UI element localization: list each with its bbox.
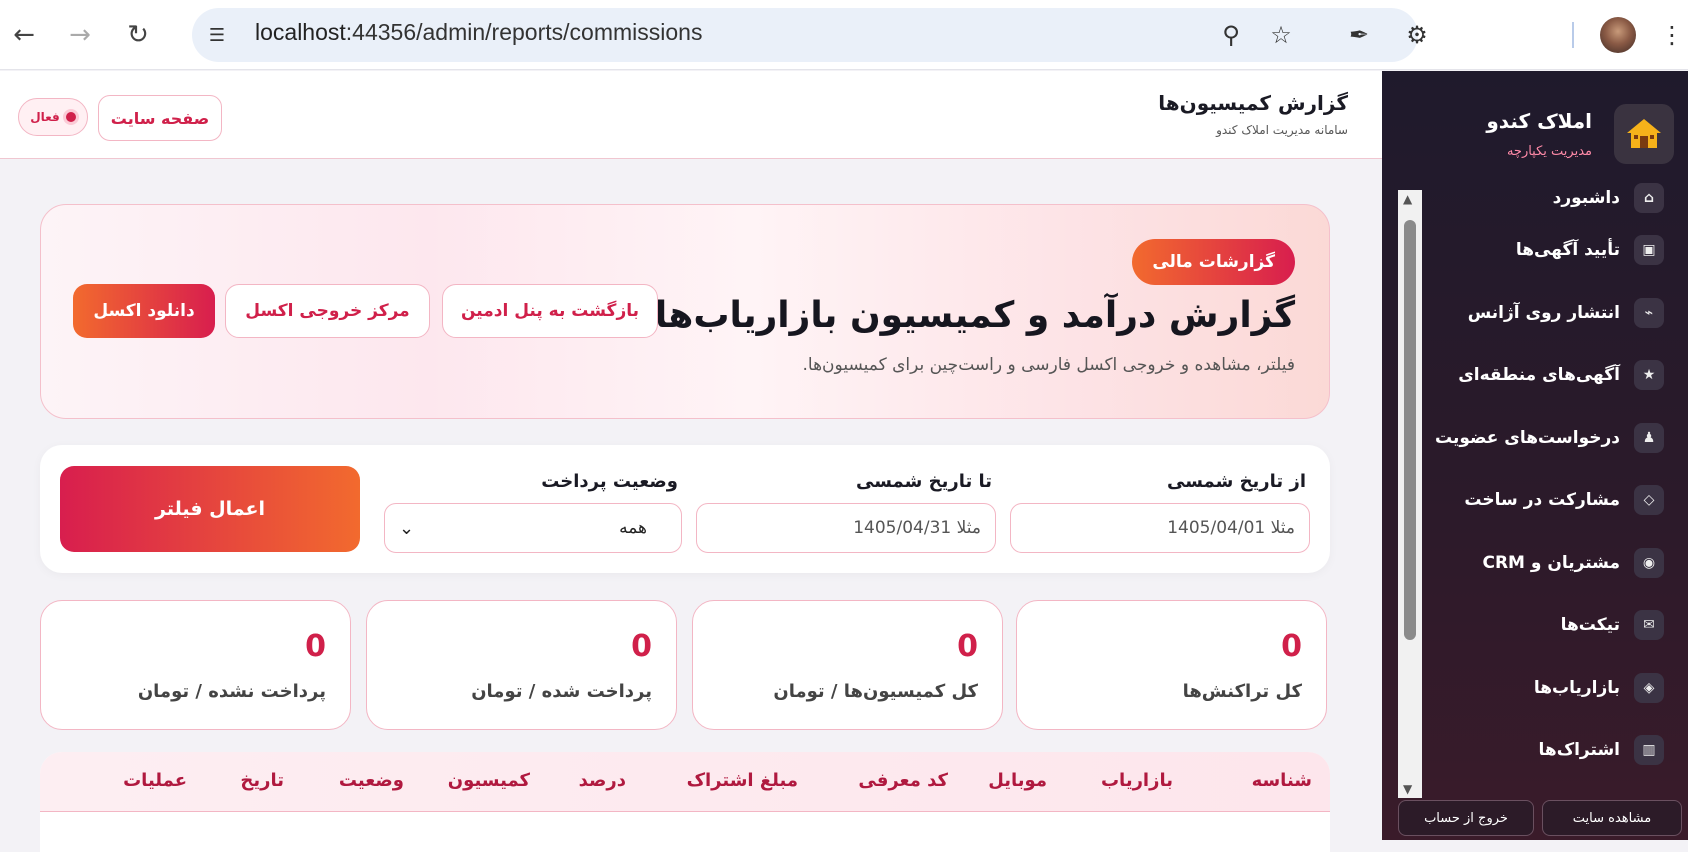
crm-icon: ◉ — [1634, 547, 1664, 578]
forward-arrow-icon[interactable]: → — [62, 17, 98, 53]
scroll-up-icon[interactable]: ▲ — [1403, 192, 1412, 206]
page-subtitle: سامانه مدیریت املاک کندو — [1216, 123, 1348, 137]
sidebar-item-crm[interactable]: ◉ مشتریان و CRM — [1414, 532, 1664, 595]
bookmark-star-icon[interactable]: ☆ — [1262, 16, 1300, 54]
stat-value: 0 — [1281, 629, 1302, 664]
sidebar-item-regional-ads[interactable]: ★ آگهی‌های منطقه‌ای — [1414, 344, 1664, 407]
hero-title: گزارش درآمد و کمیسیون بازاریاب‌ها — [654, 295, 1295, 336]
envelope-icon: ✉ — [1634, 610, 1664, 641]
url-text[interactable]: localhost:44356/admin/reports/commission… — [255, 19, 702, 46]
column-header: وضعیت — [338, 770, 404, 791]
stat-label: کل تراکنش‌ها — [1182, 681, 1302, 702]
stat-label: پرداخت نشده / تومان — [137, 681, 326, 702]
stat-card-total-commissions: 0 کل کمیسیون‌ها / تومان — [692, 600, 1003, 730]
stat-value: 0 — [957, 629, 978, 664]
stat-label: پرداخت شده / تومان — [471, 681, 652, 702]
status-label: فعال — [30, 110, 60, 124]
brand-subtitle: مدیریت یکپارچه — [1506, 144, 1592, 159]
payment-status-select[interactable]: ⌄ همه — [384, 503, 682, 553]
to-date-label: تا تاریخ شمسی — [856, 471, 992, 492]
star-icon: ★ — [1634, 360, 1664, 391]
view-site-button[interactable]: مشاهده سایت — [1542, 800, 1682, 836]
marketer-icon: ◈ — [1634, 672, 1664, 703]
page-title: گزارش کمیسیون‌ها — [1158, 91, 1348, 115]
apply-filter-button[interactable]: اعمال فیلتر — [60, 466, 360, 552]
back-arrow-icon[interactable]: ← — [6, 17, 42, 53]
sidebar-item-subscriptions[interactable]: ▥ اشتراک‌ها — [1414, 719, 1664, 782]
brand-logo-icon — [1614, 104, 1674, 164]
sidebar-menu: ⌂ داشبورد ▣ تأیید آگهی‌ها ⌁ انتشار روی آژان… — [1414, 183, 1664, 782]
column-header: عملیات — [123, 770, 187, 791]
extensions-icon[interactable]: ⚙ — [1398, 16, 1436, 54]
hero-description: فیلتر، مشاهده و خروجی اکسل فارسی و راست‌… — [802, 355, 1296, 375]
from-date-input[interactable]: مثلا 1405/04/01 — [1010, 503, 1310, 553]
status-badge: فعال — [18, 98, 88, 136]
toolbar-separator — [1572, 22, 1574, 48]
column-header: مبلغ اشتراک — [686, 770, 798, 791]
column-header: تاریخ — [240, 770, 284, 791]
hero-chip: گزارشات مالی — [1132, 239, 1295, 285]
sidebar-item-agency-publish[interactable]: ⌁ انتشار روی آژانس — [1414, 282, 1664, 345]
sidebar: املاک کندو مدیریت یکپارچه ⌂ داشبورد ▣ تأیی… — [1382, 71, 1688, 840]
download-excel-button[interactable]: دانلود اکسل — [73, 284, 215, 338]
menu-kebab-icon[interactable]: ⋮ — [1660, 16, 1684, 54]
stat-value: 0 — [305, 629, 326, 664]
export-center-button[interactable]: مرکز خروجی اکسل — [225, 284, 430, 338]
site-page-button[interactable]: صفحه سایت — [98, 95, 222, 141]
user-icon: ♟ — [1634, 422, 1664, 453]
stat-card-paid: 0 پرداخت شده / تومان — [366, 600, 677, 730]
zoom-icon[interactable]: ⚲ — [1212, 16, 1250, 54]
stat-card-transactions: 0 کل تراکنش‌ها — [1016, 600, 1327, 730]
table-header-row: شناسه بازاریاب موبایل کد معرفی مبلغ اشتر… — [40, 752, 1330, 812]
stat-label: کل کمیسیون‌ها / تومان — [773, 681, 978, 702]
commissions-table: شناسه بازاریاب موبایل کد معرفی مبلغ اشتر… — [40, 752, 1330, 852]
column-header: موبایل — [988, 770, 1047, 791]
eyedropper-icon[interactable]: ✒ — [1340, 16, 1378, 54]
sidebar-item-marketers[interactable]: ◈ بازاریاب‌ها — [1414, 657, 1664, 720]
sidebar-item-membership-requests[interactable]: ♟ درخواست‌های عضویت — [1414, 407, 1664, 470]
columns-icon: ▥ — [1634, 735, 1664, 766]
browser-toolbar: ← → ↻ ☰ localhost:44356/admin/reports/co… — [0, 0, 1688, 70]
payment-status-label: وضعیت پرداخت — [541, 471, 678, 492]
diamond-icon: ◇ — [1634, 485, 1664, 516]
sidebar-item-dashboard[interactable]: ⌂ داشبورد — [1414, 177, 1664, 219]
column-header: کمیسیون — [447, 770, 530, 791]
sidebar-item-ad-approval[interactable]: ▣ تأیید آگهی‌ها — [1414, 219, 1664, 282]
column-header: شناسه — [1251, 770, 1312, 791]
column-header: درصد — [578, 770, 626, 791]
chevron-down-icon: ⌄ — [399, 517, 415, 539]
reload-icon[interactable]: ↻ — [120, 17, 156, 53]
site-settings-icon[interactable]: ☰ — [198, 16, 236, 54]
scroll-down-icon[interactable]: ▼ — [1403, 782, 1412, 796]
stat-value: 0 — [631, 629, 652, 664]
publish-icon: ⌁ — [1634, 297, 1664, 328]
to-date-input[interactable]: مثلا 1405/04/31 — [696, 503, 996, 553]
sidebar-scrollbar[interactable]: ▲ ▼ — [1398, 190, 1422, 798]
home-icon: ⌂ — [1634, 183, 1664, 213]
stat-card-unpaid: 0 پرداخت نشده / تومان — [40, 600, 351, 730]
scroll-thumb[interactable] — [1404, 220, 1416, 640]
profile-avatar[interactable] — [1600, 17, 1636, 53]
sidebar-item-tickets[interactable]: ✉ تیکت‌ها — [1414, 594, 1664, 657]
status-dot-icon — [65, 112, 76, 122]
brand-title: املاک کندو — [1486, 109, 1592, 133]
column-header: بازاریاب — [1100, 770, 1173, 791]
from-date-label: از تاریخ شمسی — [1167, 471, 1306, 492]
logout-button[interactable]: خروج از حساب — [1398, 800, 1534, 836]
column-header: کد معرفی — [858, 770, 948, 791]
back-to-admin-button[interactable]: بازگشت به پنل ادمین — [442, 284, 658, 338]
sidebar-item-construction-partnership[interactable]: ◇ مشارکت در ساخت — [1414, 469, 1664, 532]
filter-card: اعمال فیلتر از تاریخ شمسی مثلا 1405/04/0… — [40, 445, 1330, 573]
approval-icon: ▣ — [1634, 235, 1664, 266]
